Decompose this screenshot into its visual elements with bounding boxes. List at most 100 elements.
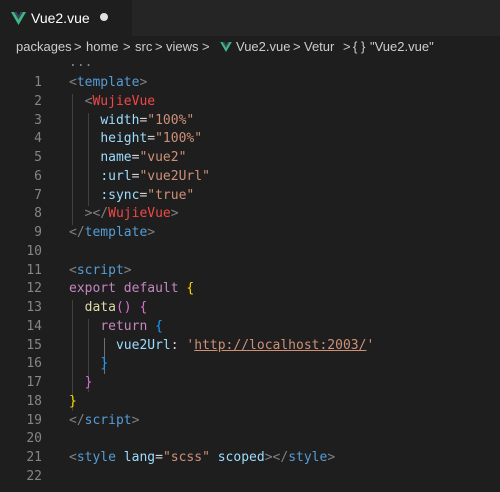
code-token: :sync [100,187,140,203]
code-token: script [76,262,124,278]
code-line[interactable]: </script> [69,412,139,431]
code-token: style [288,450,328,465]
breadcrumb-separator: > [343,39,351,54]
breadcrumb-separator: > [293,39,301,54]
tab-vue2-vue[interactable]: Vue2.vue [0,0,132,36]
line-number: 3 [34,112,42,128]
code-line[interactable]: return { [69,318,163,337]
code-line[interactable]: } [69,393,77,412]
code-line[interactable]: height="100%" [69,130,202,149]
breadcrumb-item-views[interactable]: views [166,36,199,58]
code-token: http://localhost:2003/ [194,337,367,353]
code-token: "100%" [147,112,195,128]
line-number: 18 [26,393,42,409]
folded-region-marker[interactable]: ... [69,56,92,69]
line-number: 17 [26,375,42,390]
code-line[interactable]: </template> [69,224,155,243]
breadcrumb-item-file[interactable]: Vue2.vue [236,36,290,58]
code-token: < [69,262,77,278]
code-token: "vue2" [139,150,187,165]
code-token: ' [366,337,375,353]
code-line[interactable]: <style lang="scss" scoped></style> [69,449,335,468]
line-number: 13 [26,300,42,315]
line-number: 21 [26,450,42,465]
code-token: ></ [84,206,109,222]
line-number: 9 [34,225,42,240]
line-number: 6 [34,168,42,184]
line-number: 20 [26,431,42,447]
code-token: template [84,225,148,240]
code-token: :url [100,168,132,184]
code-token: } [69,393,77,409]
code-token: default [123,281,179,297]
code-token: return [100,318,148,334]
vue-logo-icon [11,12,26,25]
code-token: < [69,450,77,465]
line-number: 1 [34,75,42,90]
code-token: "100%" [155,131,203,147]
line-number: 7 [34,187,42,203]
code-token: = [155,450,163,465]
code-token: "vue2Url" [139,168,210,184]
code-token: "scss" [162,450,210,465]
code-token: < [69,75,77,90]
line-number: 16 [26,356,42,372]
code-token: scoped [217,450,265,465]
line-number: 2 [34,93,42,109]
line-number: 12 [26,281,42,297]
code-token: width [100,112,140,128]
unsaved-dot-icon[interactable] [100,13,108,21]
code-line[interactable]: <template> [69,74,147,93]
code-line[interactable]: } [69,374,93,393]
code-line[interactable]: data() { [69,299,148,318]
breadcrumb-separator: > [123,39,131,54]
code-line[interactable]: <script> [69,262,132,281]
code-line[interactable]: <WujieVue [69,93,155,112]
code-token: { [139,300,148,315]
breadcrumb-item-vetur[interactable]: Vetur [304,36,334,58]
tab-bar: Vue2.vue [0,0,500,36]
code-line[interactable]: ></WujieVue> [69,205,179,224]
code-token: = [147,131,156,147]
code-token: ></ [264,450,289,465]
code-token: </ [69,225,85,240]
code-token: height [100,131,148,147]
line-number: 15 [26,337,42,353]
code-editor[interactable]: ... 1 2 3 4 5 6 7 8 9 10 11 12 13 14 15 16 17 18 19 20 21 22 … [0,56,500,492]
line-number: 14 [26,318,42,334]
breadcrumb-item-symbol[interactable]: "Vue2.vue" [370,36,434,58]
line-number: 5 [34,150,42,165]
code-token: script [84,412,132,428]
code-token: "true" [147,187,195,203]
code-token: () [115,300,132,315]
breadcrumb-item-src[interactable]: src [135,36,152,58]
code-line[interactable]: :url="vue2Url" [69,168,210,187]
code-line[interactable]: vue2Url: 'http://localhost:2003/' [69,337,374,356]
code-token: > [131,412,140,428]
code-line[interactable]: export default { [69,280,194,299]
code-line[interactable]: width="100%" [69,112,194,131]
code-line[interactable]: name="vue2" [69,149,186,168]
code-token: name [100,150,132,165]
line-number: 11 [26,262,42,278]
code-token: WujieVue [92,93,156,109]
code-line[interactable]: } [69,355,108,374]
code-line[interactable]: :sync="true" [69,187,194,206]
code-token: vue2Url [115,337,171,353]
breadcrumb-item-packages[interactable]: packages [16,36,72,58]
code-token: lang [123,450,156,465]
breadcrumb-separator: > [155,39,163,54]
